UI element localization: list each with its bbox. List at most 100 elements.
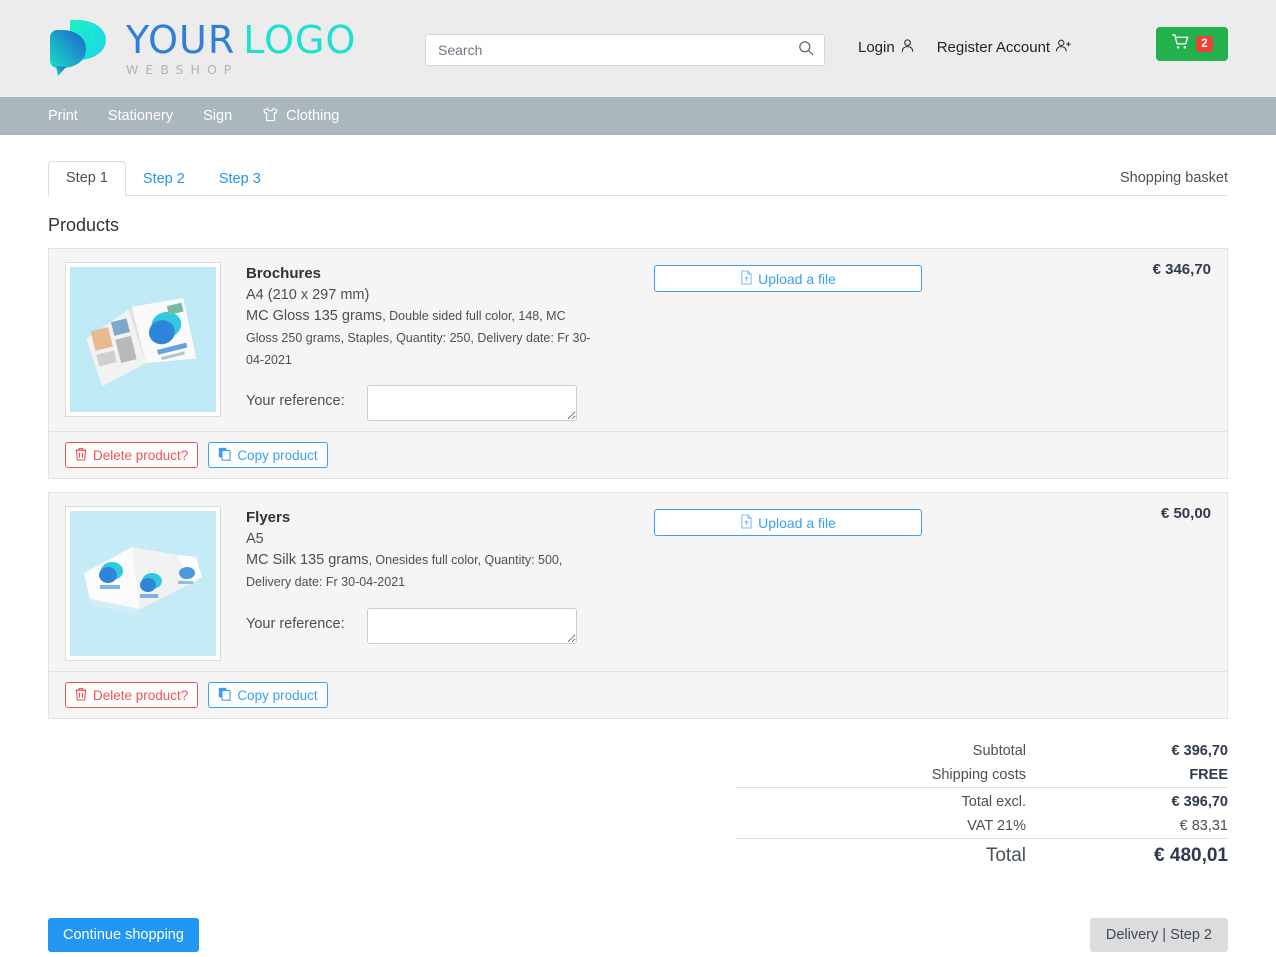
reference-label: Your reference: — [246, 615, 345, 632]
total-excl-label: Total excl. — [736, 787, 1066, 815]
nav-label-stationery: Stationery — [107, 108, 174, 124]
copy-product-label: Copy product — [237, 687, 318, 703]
nav-item-print[interactable]: Print — [48, 108, 78, 124]
copy-product-button[interactable]: Copy product — [208, 682, 328, 709]
main-content: Step 1 Step 2 Step 3 Shopping basket Pro… — [0, 161, 1276, 953]
login-link[interactable]: Login — [858, 38, 915, 57]
shipping-costs-label: Shipping costs — [931, 767, 1026, 784]
copy-product-label: Copy product — [237, 447, 318, 463]
copy-product-button[interactable]: Copy product — [208, 442, 328, 469]
product-card: Flyers A5 MC Silk 135 grams, Onesides fu… — [48, 492, 1228, 720]
shipping-costs-value: FREE — [1189, 767, 1228, 784]
upload-file-button[interactable]: Upload a file — [654, 509, 922, 537]
tab-step-3[interactable]: Step 3 — [202, 163, 278, 196]
tab-step-2[interactable]: Step 2 — [126, 163, 202, 196]
steps-tabs-row: Step 1 Step 2 Step 3 Shopping basket — [48, 161, 1228, 196]
file-upload-icon — [740, 269, 753, 288]
subtotal-label: Subtotal — [972, 743, 1026, 760]
logo[interactable]: YOUR LOGO WEBSHOP — [48, 18, 356, 80]
upload-column: Upload a file — [654, 509, 922, 537]
delete-product-button[interactable]: Delete product? — [65, 442, 199, 469]
logo-text-your: YOUR — [126, 17, 236, 62]
file-upload-icon — [740, 514, 753, 532]
cart-button[interactable]: 2 — [1156, 27, 1228, 61]
upload-column: Upload a file — [654, 265, 922, 292]
upload-file-label: Upload a file — [758, 514, 836, 531]
nav-item-sign[interactable]: Sign — [203, 108, 232, 124]
flyer-mockup-image — [70, 511, 216, 657]
tshirt-icon — [262, 106, 279, 126]
product-thumbnail[interactable] — [65, 262, 221, 417]
logo-text-logo: LOGO — [243, 17, 357, 62]
trash-icon — [75, 687, 87, 704]
search-input[interactable] — [436, 41, 798, 59]
nav-label-sign: Sign — [203, 108, 233, 124]
page-title: Products — [48, 215, 120, 235]
shopping-cart-icon — [1171, 33, 1190, 55]
site-header: YOUR LOGO WEBSHOP Login Register Account — [0, 0, 1276, 97]
brochure-mockup-image — [70, 267, 216, 412]
product-price: € 50,00 — [1160, 505, 1211, 523]
product-body: Brochures A4 (210 x 297 mm) MC Gloss 135… — [49, 249, 1227, 431]
tab-step-1-label: Step 1 — [66, 170, 108, 186]
nav-label-print: Print — [48, 108, 78, 124]
totals-row-subtotal: Subtotal € 396,70 — [736, 739, 1228, 763]
product-price: € 346,70 — [1152, 261, 1211, 278]
total-label: Total — [736, 838, 1066, 872]
cart-count-badge: 2 — [1196, 36, 1213, 52]
logo-mark-icon — [48, 18, 116, 80]
user-plus-icon — [1055, 38, 1072, 57]
login-label: Login — [858, 39, 895, 56]
totals-row-grand-total: Total € 480,01 — [736, 838, 1228, 872]
logo-subtitle: WEBSHOP — [126, 61, 239, 77]
steps-tabs: Step 1 Step 2 Step 3 — [48, 161, 278, 196]
nav-label-clothing: Clothing — [286, 108, 340, 124]
product-card: Brochures A4 (210 x 297 mm) MC Gloss 135… — [48, 248, 1228, 480]
vat-label: VAT 21% — [967, 818, 1026, 835]
register-account-label: Register Account — [936, 39, 1051, 56]
reference-label: Your reference: — [246, 393, 345, 410]
copy-icon — [218, 687, 231, 704]
user-icon — [900, 38, 915, 57]
copy-icon — [218, 447, 231, 464]
reference-row: Your reference: — [246, 607, 1211, 644]
vat-value: € 83,31 — [1179, 818, 1228, 835]
delete-product-button[interactable]: Delete product? — [65, 682, 199, 709]
tab-step-3-label: Step 3 — [218, 171, 261, 187]
reference-row: Your reference: — [246, 385, 1211, 422]
shopping-basket-label: Shopping basket — [1119, 170, 1228, 186]
total-excl-value: € 396,70 — [1066, 787, 1228, 815]
continue-shopping-button[interactable]: Continue shopping — [48, 918, 199, 953]
totals-row-total-excl: Total excl. € 396,70 — [736, 787, 1228, 815]
reference-input[interactable] — [366, 607, 577, 644]
search-box[interactable] — [425, 34, 825, 66]
nav-item-stationery[interactable]: Stationery — [108, 108, 173, 124]
footer-actions: Continue shopping Delivery | Step 2 — [48, 918, 1228, 953]
search-icon[interactable] — [798, 40, 814, 61]
product-body: Flyers A5 MC Silk 135 grams, Onesides fu… — [49, 493, 1227, 671]
product-actions: Delete product? Copy product — [49, 431, 1227, 479]
product-spec: MC Silk 135 grams, Onesides full color, … — [246, 550, 596, 594]
totals-row-shipping: Shipping costs FREE — [736, 763, 1228, 788]
trash-icon — [75, 447, 87, 464]
account-links: Login Register Account — [858, 38, 1072, 57]
totals-row-vat: VAT 21% € 83,31 — [736, 814, 1228, 839]
reference-input[interactable] — [366, 385, 577, 422]
product-actions: Delete product? Copy product — [49, 671, 1227, 719]
main-nav: Print Stationery Sign Clothing — [0, 97, 1276, 135]
product-spec-main: MC Silk 135 grams — [246, 552, 369, 569]
tab-step-1[interactable]: Step 1 — [48, 161, 126, 196]
delete-product-label: Delete product? — [93, 447, 189, 463]
product-spec-main: MC Gloss 135 grams — [246, 308, 383, 324]
subtotal-value: € 396,70 — [1171, 743, 1228, 760]
delete-product-label: Delete product? — [93, 687, 189, 703]
delivery-step-2-button[interactable]: Delivery | Step 2 — [1089, 918, 1228, 953]
nav-item-clothing[interactable]: Clothing — [262, 106, 340, 126]
register-account-link[interactable]: Register Account — [937, 38, 1072, 57]
product-thumbnail[interactable] — [65, 506, 221, 662]
upload-file-label: Upload a file — [758, 270, 836, 287]
product-spec: MC Gloss 135 grams, Double sided full co… — [246, 306, 596, 371]
total-value: € 480,01 — [1066, 838, 1228, 872]
upload-file-button[interactable]: Upload a file — [654, 265, 922, 292]
tab-step-2-label: Step 2 — [142, 171, 185, 187]
